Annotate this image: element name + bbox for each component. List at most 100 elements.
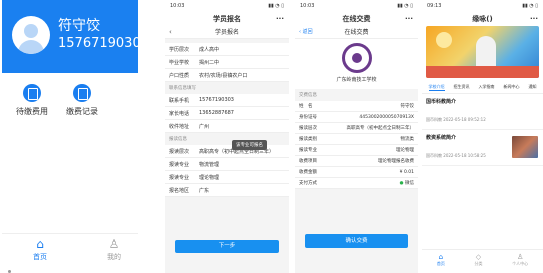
row-value: ¥ 0.01 [399,169,414,175]
row-key: 联系手机 [169,97,190,104]
tab-home[interactable]: ⌂ 首页 [20,237,60,262]
bill-icon [23,84,41,102]
form-row[interactable]: 收件地址 广州 [165,120,289,133]
row-key: 毕业学校 [169,59,190,66]
info-row: 报读类别 物流类 [295,134,418,145]
info-row: 收费金额 ¥ 0.01 [295,167,418,178]
row-key: 学历层次 [169,46,190,53]
page-title: 学员报名 ··· [165,12,289,26]
news-thumbnail [512,136,538,158]
form-row[interactable]: 学历层次 成人高中 [165,43,289,56]
status-icons: ▮▮ ◔ ▯ [397,3,413,9]
tab-notice[interactable]: 通知 [529,84,537,91]
row-key: 报读专业 [169,174,190,181]
news-item[interactable]: 教资系统简介 国币科教 2022-05-18 10:58:25 [422,130,543,166]
category-icon: ◇ [475,252,482,261]
payment-records-label: 缴费记录 [66,107,98,116]
row-value: 理论物理 [199,174,220,181]
form-row[interactable]: 报读专业 物流管理 [165,158,289,171]
row-value: 物流类 [400,137,415,142]
tab-school-intro[interactable]: 学校介绍 [428,84,445,91]
tab-enrollment-guide[interactable]: 入学指南 [479,84,495,91]
payment-section-title: 交费信息 [299,93,317,98]
tab-mine-label: 我的 [107,253,121,261]
home-icon: ⌂ [36,237,44,251]
banner-wave-shape [426,66,539,78]
row-key: 报读专业 [169,161,190,168]
avatar-head-shape [24,24,38,38]
tab-profile-label: 个人中心 [512,260,529,266]
back-button[interactable]: ‹ 返回 [299,26,313,39]
more-icon[interactable]: ··· [276,12,284,26]
row-value: 广州 [199,123,210,130]
back-icon[interactable]: ‹ [169,26,172,39]
row-value: 445300200005070913X [359,114,414,120]
row-value: 高职高专（初中起点全日制三年） [346,126,415,131]
payment-records-button[interactable]: 缴费记录 [62,84,102,117]
more-icon[interactable]: ··· [405,12,413,26]
tab-category[interactable]: ◇ 分类 [474,253,482,267]
info-row: 报读专业 理论物理 [295,145,418,156]
tab-home-label: 首页 [436,260,445,266]
more-icon[interactable]: ··· [530,12,538,26]
form-row[interactable]: 报读层次 高职高专（初中起点全日制三年） [165,145,289,158]
info-row: 报读层次 高职高专（初中起点全日制三年） [295,123,418,134]
status-time: 10:03 [170,3,185,9]
row-key: 姓 名 [299,104,313,109]
tab-mine[interactable]: ♙ 我的 [94,237,134,262]
avatar[interactable] [12,16,50,54]
form-row[interactable]: 报读专业 理论物理 [165,171,289,184]
tab-news-center[interactable]: 新闻中心 [504,84,520,91]
news-meta: 国币科教 2022-05-18 10:58:25 [426,153,486,158]
pending-fees-label: 待缴费用 [16,107,48,116]
tab-profile[interactable]: ♙ 个人中心 [512,253,528,267]
pending-fees-button[interactable]: 待缴费用 [12,84,52,117]
form-row[interactable]: 毕业学校 揭州二中 [165,56,289,69]
row-key: 报读专业 [299,148,317,153]
school-name: 广东岭南技工学校 [336,77,377,83]
confirm-payment-button[interactable]: 确认交费 [305,234,408,248]
status-bar: 10:03 ▮▮ ◔ ▯ [165,0,289,12]
form-row[interactable]: 报名地区 广东 [165,184,289,197]
status-time: 10:03 [300,3,315,9]
wechat-pay-value: 微信 [400,180,414,186]
row-key: 报名地区 [169,187,190,194]
user-name: 符守饺 [58,18,100,34]
tab-home[interactable]: ⌂ 首页 [437,253,445,267]
form-row[interactable]: 家长电话 13652887687 [165,107,289,120]
row-value: 物流管理 [199,161,220,168]
news-item[interactable]: 国币科教简介 国币科教 2022-05-18 09:52:12 [422,94,543,130]
status-icons: ▮▮ ◔ ▯ [522,3,538,9]
page-title: 缘咏() ··· [422,12,543,26]
page-title-text: 学员报名 [213,15,241,23]
avatar-body-shape [18,40,44,54]
form-row[interactable]: 联系手机 15767190303 [165,94,289,107]
row-value: 广东 [199,187,210,194]
tab-home-label: 首页 [33,253,47,261]
next-button[interactable]: 下一步 [175,240,279,253]
bottom-tabbar: ⌂ 首页 ♙ 我的 [2,233,138,267]
bottom-tabbar: ⌂ 首页 ◇ 分类 ♙ 个人中心 [422,249,543,269]
row-key: 报读类别 [299,137,317,142]
row-key: 身份证号 [299,115,317,120]
form-row[interactable]: 户口性质 农村/农场/县镇农户口 [165,69,289,82]
sub-header-text: 在线交费 [344,29,369,36]
row-key: 收件地址 [169,123,190,130]
banner-image[interactable] [426,26,539,78]
school-logo-area: 广东岭南技工学校 [295,39,418,89]
tab-category-label: 分类 [474,260,483,266]
tab-admission-news[interactable]: 招生资讯 [454,84,470,91]
category-tabs: 学校介绍 招生资讯 入学指南 新闻中心 通知 [422,78,543,94]
status-icons: ▮▮ ◔ ▯ [268,3,284,9]
info-row: 身份证号 445300200005070913X [295,112,418,123]
user-icon: ♙ [517,252,524,261]
profile-header: 符守饺 15767190303 [2,0,138,73]
row-value: 理论物理 [396,148,414,153]
section-contact-title: 联系信息填写 [169,86,196,91]
enrollment-screen: 10:03 ▮▮ ◔ ▯ 学员报名 ··· ‹ 学员报名 学历层次 成人高中 毕业… [165,0,289,273]
record-icon [73,84,91,102]
status-bar: 10:03 ▮▮ ◔ ▯ [295,0,418,12]
user-icon: ♙ [108,237,120,251]
row-key: 支付方式 [299,181,317,186]
payment-method-row[interactable]: 支付方式 微信 [295,178,418,189]
